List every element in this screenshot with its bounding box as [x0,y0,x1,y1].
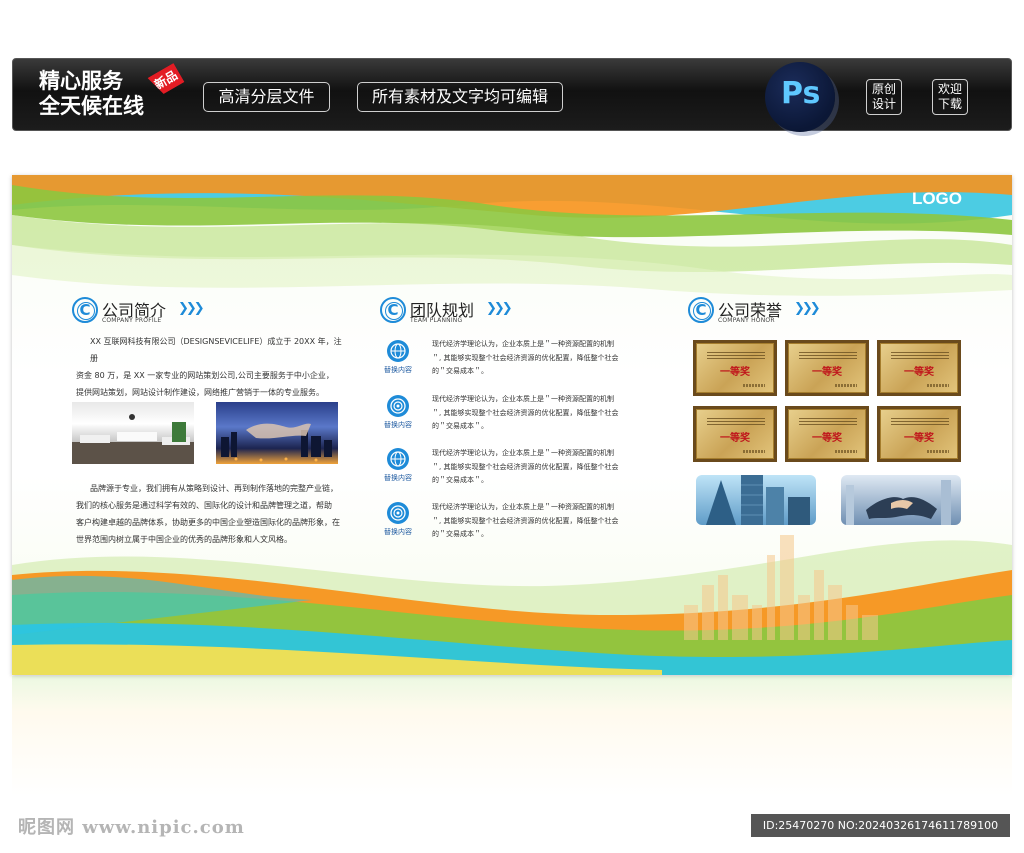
chevrons-right-icon: ❯❯❯ [794,301,821,316]
chevrons-right-icon: ❯❯❯ [486,301,513,316]
feature-tag-hd-layers: 高清分层文件 [203,82,330,112]
feature-tag-editable: 所有素材及文字均可编辑 [357,82,563,112]
team-item-text: 现代经济学理论认为，企业本质上是＂一种资源配置的机制 ＂, 其能够实现整个社会经… [432,501,652,542]
original-line-1: 原创 [871,82,896,96]
team-item-3-line2: ＂, 其能够实现整个社会经济资源的优化配置，降低整个社会 [432,462,619,471]
copyright-icon: C [380,297,406,323]
office-illustration [72,414,194,464]
copyright-icon: C [688,297,714,323]
profile-p2-line4: 世界范围内树立属于中国企业的优秀的品牌形象和人文风格。 [76,535,292,544]
target-icon [387,395,409,417]
skyscraper-photo [696,475,816,525]
profile-p1-line1: XX 互联网科技有限公司（DESIGNSEVICELIFE）成立于 20XX 年… [90,337,342,363]
award-text: 一等奖 [812,433,842,444]
handshake-illustration [846,480,951,525]
award-certificate: 一等奖 [877,340,961,396]
handshake-city-photo [216,402,338,464]
team-item-4-line2: ＂, 其能够实现整个社会经济资源的优化配置，降低整个社会 [432,516,619,525]
original-design-button[interactable]: 原创 设计 [866,79,902,115]
ps-label: Ps [781,76,821,111]
display-board: LOGO C 公司简介 COMPANY PROFILE ❯❯❯ XX 互联网科技… [12,175,1012,675]
award-text: 一等奖 [720,367,750,378]
business-handshake-photo [841,475,961,525]
team-item-4-line1: 现代经济学理论认为，企业本质上是＂一种资源配置的机制 [432,503,614,511]
team-item-4-line3: 的＂交易成本＂。 [432,530,488,538]
download-line-1: 欢迎 [937,82,962,96]
award-certificate: 一等奖 [693,340,777,396]
site-watermark: 昵图网 www.nipic.com [18,817,245,838]
brand-line-2: 全天候在线 [39,94,144,118]
chevrons-right-icon: ❯❯❯ [178,301,205,316]
original-line-2: 设计 [871,97,896,111]
city-illustration [221,423,332,462]
profile-paragraph-2: 品牌源于专业，我们拥有从策略到设计、再到制作落地的完整产业链， 我们的核心服务是… [76,480,351,548]
office-photo [72,402,194,464]
team-item-3-line1: 现代经济学理论认为，企业本质上是＂一种资源配置的机制 [432,449,614,457]
profile-p2-line3: 客户构建卓越的品牌体系，协助更多的中国企业塑造国际化的品牌形象，在 [76,518,340,527]
download-line-2: 下载 [937,97,962,111]
award-certificate: 一等奖 [785,340,869,396]
skyscraper-illustration [706,475,810,525]
board-reflection [12,676,1012,796]
download-button[interactable]: 欢迎 下载 [932,79,968,115]
promo-banner: 精心服务 全天候在线 新品 高清分层文件 所有素材及文字均可编辑 Ps 原创 设… [12,58,1012,132]
profile-paragraph-1: XX 互联网科技有限公司（DESIGNSEVICELIFE）成立于 20XX 年… [76,333,346,401]
award-text: 一等奖 [720,433,750,444]
item-label: 替换内容 [384,474,412,482]
photoshop-icon: Ps [765,62,835,132]
copyright-icon: C [72,297,98,323]
item-label: 替换内容 [384,528,412,536]
logo-placeholder: LOGO [911,189,962,208]
brand-slogan: 精心服务 全天候在线 [39,69,144,119]
profile-p2-line2: 我们的核心服务是通过科学有效的、国际化的设计和品牌管理之道，帮助 [76,501,332,510]
team-item-2-line2: ＂, 其能够实现整个社会经济资源的优化配置，降低整个社会 [432,408,619,417]
section-subtitle: TEAM PLANNING [410,317,463,324]
profile-p1-line2: 资金 80 万，是 XX 一家专业的网站策划公司,公司主要服务于中小企业， [76,371,334,380]
image-id-label: ID:25470270 NO:20240326174611789100 [751,814,1010,837]
target-icon [387,502,409,524]
globe-icon [387,340,409,362]
team-item-text: 现代经济学理论认为，企业本质上是＂一种资源配置的机制 ＂, 其能够实现整个社会经… [432,338,652,379]
team-item-1-line3: 的＂交易成本＂。 [432,367,488,375]
team-item-2-line1: 现代经济学理论认为，企业本质上是＂一种资源配置的机制 [432,395,614,403]
award-certificate: 一等奖 [693,406,777,462]
award-text: 一等奖 [812,367,842,378]
team-item-3-line3: 的＂交易成本＂。 [432,476,488,484]
award-text: 一等奖 [904,367,934,378]
team-item-text: 现代经济学理论认为，企业本质上是＂一种资源配置的机制 ＂, 其能够实现整个社会经… [432,393,652,434]
team-item-2-line3: 的＂交易成本＂。 [432,422,488,430]
item-label: 替换内容 [384,421,412,429]
section-subtitle: COMPANY PROFILE [102,317,162,324]
team-item-text: 现代经济学理论认为，企业本质上是＂一种资源配置的机制 ＂, 其能够实现整个社会经… [432,447,652,488]
team-item-1-line2: ＂, 其能够实现整个社会经济资源的优化配置，降低整个社会 [432,353,619,362]
new-badge: 新品 [148,63,185,97]
globe-icon [387,448,409,470]
team-item-1-line1: 现代经济学理论认为，企业本质上是＂一种资源配置的机制 [432,340,614,348]
profile-p1-line3: 提供网站策划，网站设计制作建设，网络推广营销于一体的专业服务。 [76,388,324,397]
award-text: 一等奖 [904,433,934,444]
item-label: 替换内容 [384,366,412,374]
award-certificate: 一等奖 [785,406,869,462]
brand-line-1: 精心服务 [39,69,123,93]
profile-p2-line1: 品牌源于专业，我们拥有从策略到设计、再到制作落地的完整产业链， [90,484,338,493]
section-subtitle: COMPANY HONOR [718,317,775,324]
award-certificate: 一等奖 [877,406,961,462]
